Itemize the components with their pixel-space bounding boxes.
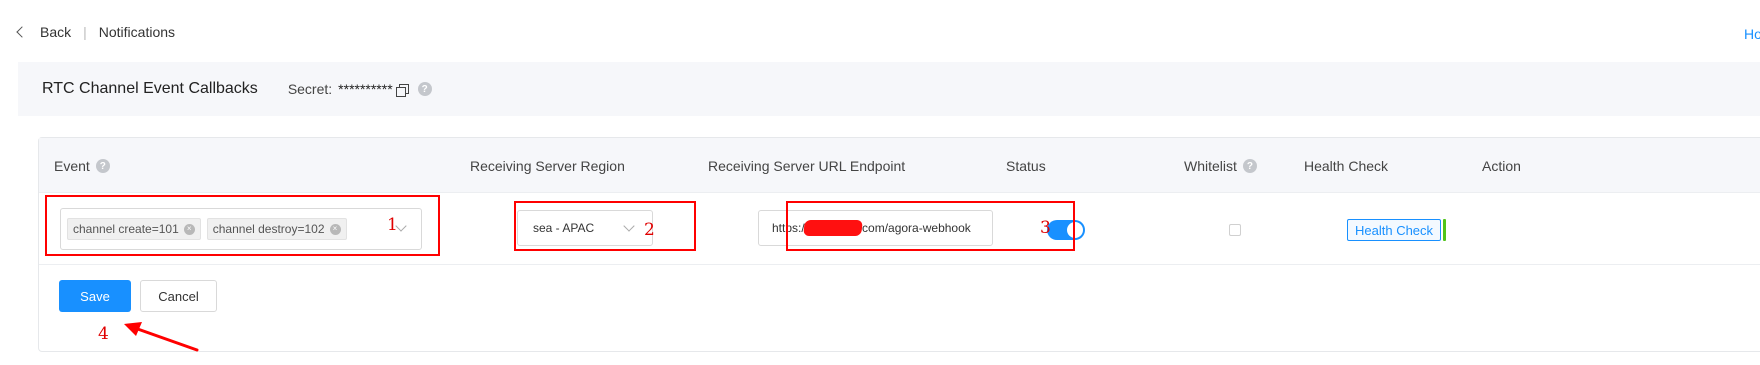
annotation-arrow-4 <box>124 322 199 352</box>
